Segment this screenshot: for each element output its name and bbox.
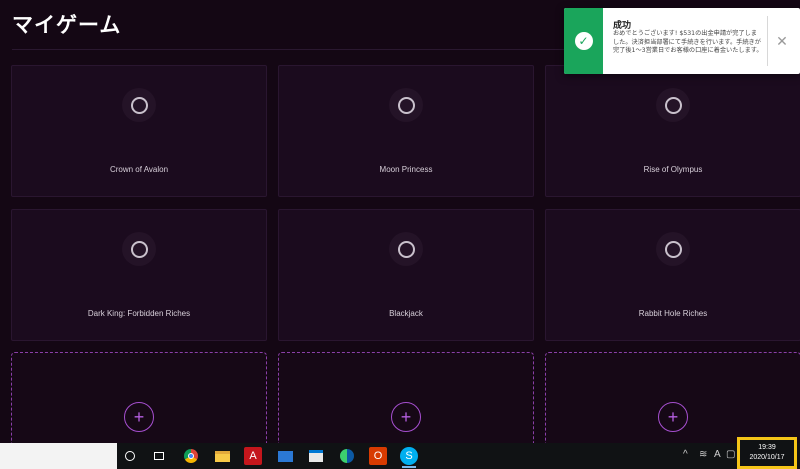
chevron-up-icon[interactable]: ^: [683, 449, 688, 460]
loading-spinner-icon: [389, 88, 423, 122]
wifi-icon[interactable]: ≋: [699, 449, 707, 460]
close-icon[interactable]: ✕: [771, 32, 793, 50]
loading-spinner-icon: [656, 88, 690, 122]
mail-icon[interactable]: [276, 447, 294, 465]
check-icon: ✓: [574, 32, 593, 50]
toast-message: おめでとうございます! $531の出金申請が完了しました。決済担当部署にて手続き…: [613, 30, 763, 54]
loading-spinner-icon: [122, 232, 156, 266]
game-name: Crown of Avalon: [109, 165, 169, 174]
store-icon[interactable]: [307, 447, 325, 465]
game-name: Moon Princess: [379, 165, 433, 174]
game-card[interactable]: Blackjack: [278, 209, 534, 341]
taskbar: A O S ^ ≋ A ▢: [0, 443, 800, 469]
acrobat-icon[interactable]: A: [244, 447, 262, 465]
plus-icon[interactable]: +: [124, 402, 154, 432]
task-view-icon[interactable]: [150, 447, 168, 465]
taskbar-search-box[interactable]: [0, 443, 117, 469]
toast-divider: [767, 16, 768, 66]
cortana-icon[interactable]: [121, 447, 139, 465]
file-explorer-icon[interactable]: [213, 447, 231, 465]
plus-icon[interactable]: +: [658, 402, 688, 432]
chrome-icon[interactable]: [182, 447, 200, 465]
game-name: Blackjack: [389, 309, 423, 318]
game-name: Rise of Olympus: [643, 165, 703, 174]
loading-spinner-icon: [389, 232, 423, 266]
toast-status-strip: ✓: [564, 8, 603, 74]
game-name: Dark King: Forbidden Riches: [87, 309, 191, 318]
taskbar-clock[interactable]: 19:39 2020/10/17: [737, 437, 797, 469]
clock-date: 2020/10/17: [749, 454, 785, 461]
game-name: Rabbit Hole Riches: [638, 309, 708, 318]
game-card[interactable]: Moon Princess: [278, 65, 534, 197]
loading-spinner-icon: [656, 232, 690, 266]
success-toast: ✓ 成功 おめでとうございます! $531の出金申請が完了しました。決済担当部署…: [564, 8, 800, 74]
plus-icon[interactable]: +: [391, 402, 421, 432]
edge-icon[interactable]: [338, 447, 356, 465]
clock-time: 19:39: [758, 444, 776, 451]
active-app-indicator: [402, 466, 416, 468]
game-card[interactable]: Rise of Olympus: [545, 65, 800, 197]
ime-indicator[interactable]: A: [714, 449, 721, 460]
loading-spinner-icon: [122, 88, 156, 122]
game-card[interactable]: Rabbit Hole Riches: [545, 209, 800, 341]
skype-icon[interactable]: S: [400, 447, 418, 465]
action-center-icon[interactable]: ▢: [726, 449, 735, 460]
game-card[interactable]: Dark King: Forbidden Riches: [11, 209, 267, 341]
page-title: マイゲーム: [12, 13, 122, 37]
office-icon[interactable]: O: [369, 447, 387, 465]
game-card[interactable]: Crown of Avalon: [11, 65, 267, 197]
